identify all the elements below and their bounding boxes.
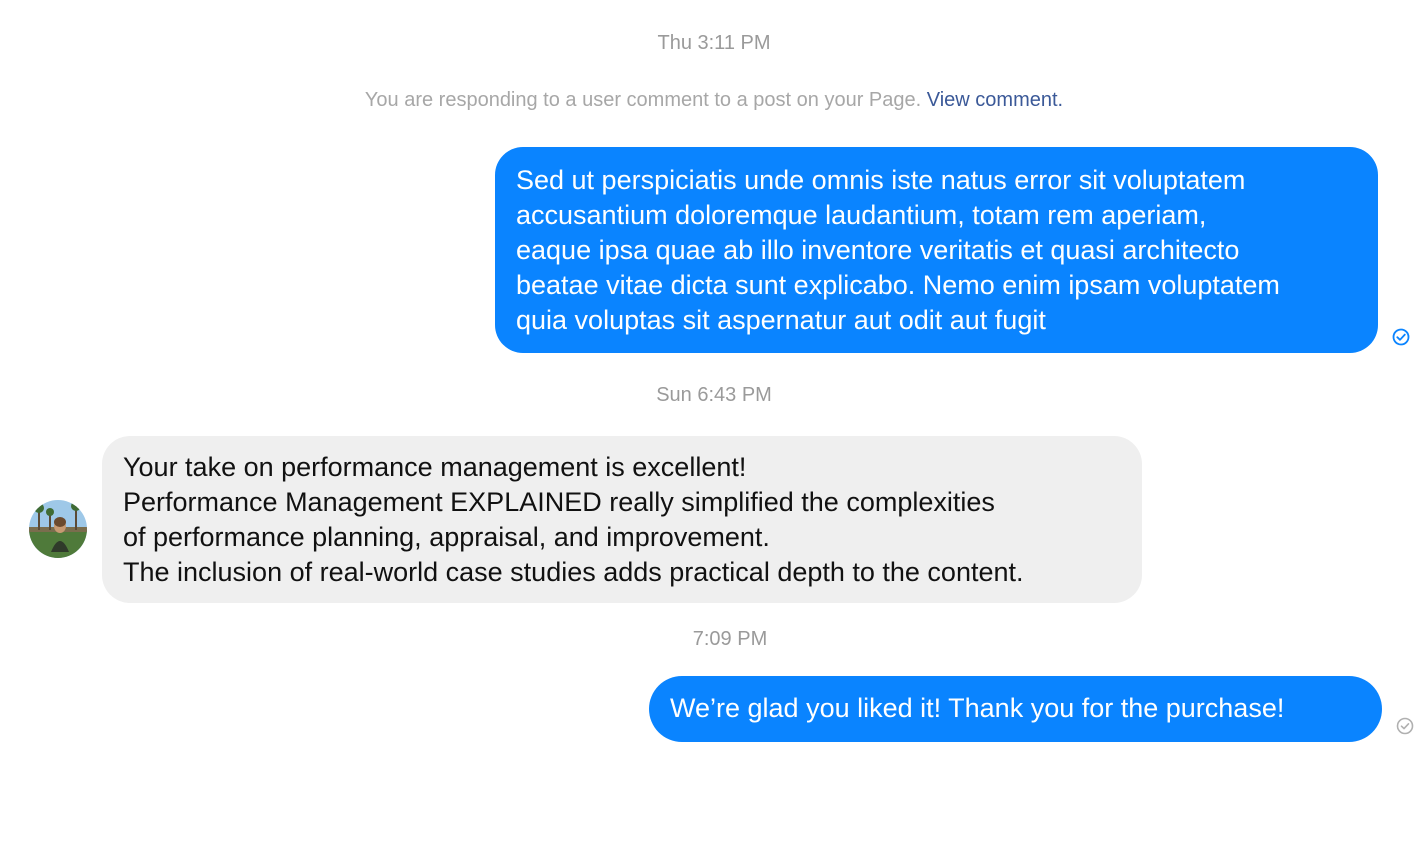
context-note-text: You are responding to a user comment to … — [364, 89, 922, 111]
incoming-message-bubble[interactable]: Your take on performance management is e… — [102, 436, 1142, 603]
timestamp-sun: Sun 6:43 PM — [656, 384, 772, 406]
check-circle-icon — [1392, 328, 1410, 346]
message-line: The inclusion of real-world case studies… — [123, 557, 1024, 587]
message-line: of performance planning, appraisal, and … — [123, 522, 770, 552]
message-line: Sed ut perspiciatis unde omnis iste natu… — [516, 165, 1246, 195]
message-line: eaque ipsa quae ab illo inventore verita… — [516, 235, 1240, 265]
message-line: We’re glad you liked it! Thank you for t… — [670, 693, 1285, 723]
sender-avatar[interactable] — [29, 500, 87, 558]
timestamp-time: 7:09 PM — [692, 628, 768, 650]
message-line: accusantium doloremque laudantium, totam… — [516, 200, 1207, 230]
outgoing-message-bubble[interactable]: Sed ut perspiciatis unde omnis iste natu… — [495, 147, 1378, 353]
message-line: quia voluptas sit aspernatur aut odit au… — [516, 305, 1046, 335]
check-circle-outline-icon — [1396, 717, 1414, 735]
timestamp-thu: Thu 3:11 PM — [657, 32, 771, 54]
message-line: Performance Management EXPLAINED really … — [123, 487, 995, 517]
outgoing-message-bubble[interactable]: We’re glad you liked it! Thank you for t… — [649, 676, 1382, 742]
view-comment-link[interactable]: View comment. — [927, 89, 1063, 111]
message-line: beatae vitae dicta sunt explicabo. Nemo … — [516, 270, 1280, 300]
comment-context-note: You are responding to a user comment to … — [0, 89, 1428, 112]
message-line: Your take on performance management is e… — [123, 452, 747, 482]
message-thread: Thu 3:11 PM You are responding to a user… — [0, 0, 1428, 860]
